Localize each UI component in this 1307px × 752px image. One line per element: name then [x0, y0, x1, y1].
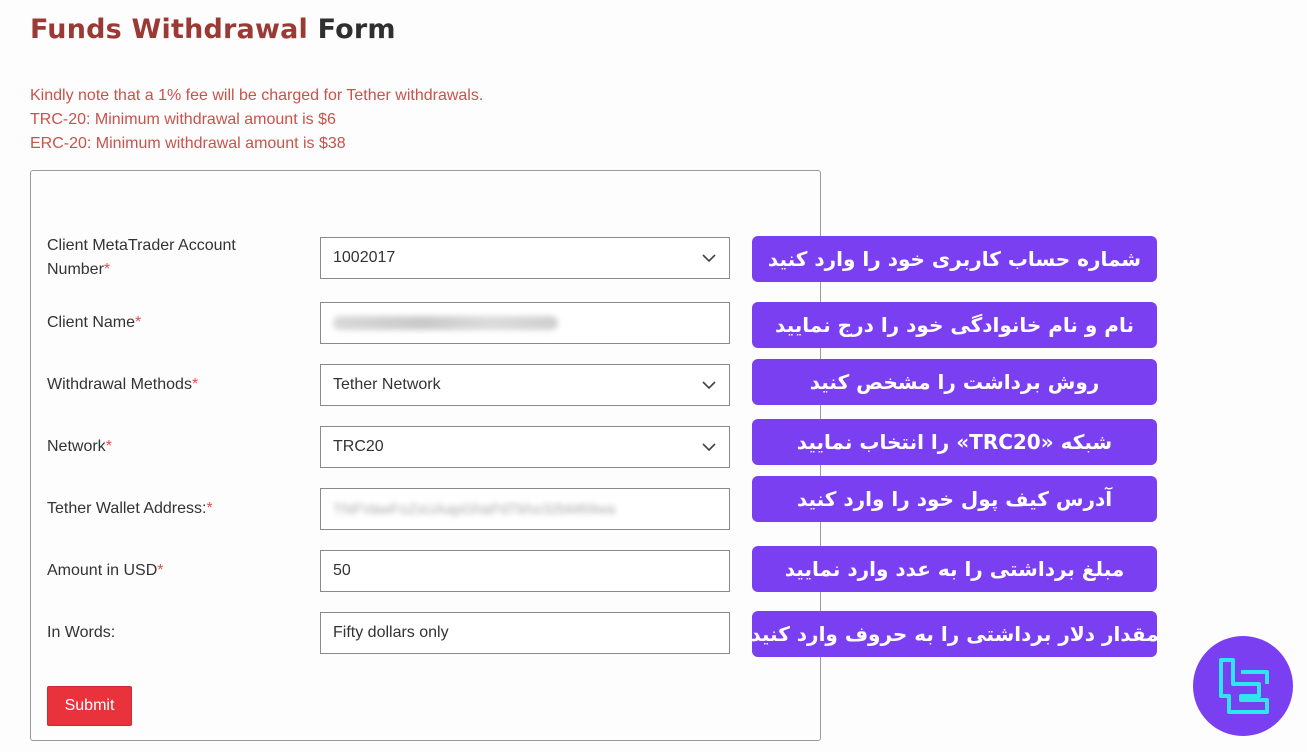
trc20-minimum-note: TRC-20: Minimum withdrawal amount is $6	[30, 111, 336, 128]
required-mark: *	[206, 500, 213, 517]
chevron-down-icon	[701, 439, 717, 455]
client-name-input[interactable]	[320, 302, 730, 344]
withdrawal-methods-label-text: Withdrawal Methods	[47, 376, 192, 393]
wallet-address-label-text: Tether Wallet Address:	[47, 500, 207, 517]
withdrawal-methods-label: Withdrawal Methods*	[47, 373, 198, 397]
account-number-select[interactable]: 1002017	[320, 237, 730, 279]
required-mark: *	[103, 261, 111, 278]
amount-usd-value: 50	[333, 562, 351, 579]
account-number-value: 1002017	[333, 249, 396, 266]
page-title: Funds Withdrawal Form	[30, 14, 396, 45]
page-title-rest: Form	[317, 14, 396, 45]
account-number-label: Client MetaTrader Account Number*	[47, 234, 236, 282]
chevron-down-icon	[701, 377, 717, 393]
required-mark: *	[191, 376, 199, 393]
in-words-input[interactable]: Fifty dollars only	[320, 612, 730, 654]
account-number-label-line1: Client MetaTrader Account	[47, 237, 236, 254]
brand-logo-glyph	[1219, 658, 1269, 714]
required-mark: *	[135, 314, 142, 331]
amount-usd-input[interactable]: 50	[320, 550, 730, 592]
client-name-redacted	[333, 316, 558, 330]
in-words-label: In Words:	[47, 624, 116, 641]
client-name-label-text: Client Name	[47, 314, 136, 331]
chevron-down-icon	[701, 250, 717, 266]
callout-client-name: نام و نام خانوادگی خود را درج نمایید	[752, 302, 1157, 348]
account-number-label-line2: Number	[47, 261, 104, 278]
callout-withdrawal-method: روش برداشت را مشخص کنید	[752, 359, 1157, 405]
required-mark: *	[105, 438, 112, 455]
wallet-address-input[interactable]: TNFVawFoZsUAapGhaPdTkho32bM69wa	[320, 488, 730, 530]
erc20-minimum-note: ERC-20: Minimum withdrawal amount is $38	[30, 135, 346, 152]
submit-button[interactable]: Submit	[47, 686, 132, 726]
amount-usd-label: Amount in USD*	[47, 559, 164, 583]
callout-network: شبکه «TRC20» را انتخاب نمایید	[752, 419, 1157, 465]
callout-wallet-address: آدرس کیف پول خود را وارد کنید	[752, 476, 1157, 522]
wallet-address-redacted: TNFVawFoZsUAapGhaPdTkho32bM69wa	[333, 500, 616, 518]
wallet-address-label: Tether Wallet Address:*	[47, 497, 213, 521]
callout-account-number: شماره حساب کاربری خود را وارد کنید	[752, 236, 1157, 282]
network-label-text: Network	[47, 438, 106, 455]
brand-logo-icon	[1193, 636, 1293, 736]
fee-note: Kindly note that a 1% fee will be charge…	[30, 87, 484, 104]
fee-notes: Kindly note that a 1% fee will be charge…	[30, 84, 483, 156]
network-value: TRC20	[333, 438, 384, 455]
client-name-label: Client Name*	[47, 311, 141, 335]
callout-in-words: مقدار دلار برداشتی را به حروف وارد کنید	[750, 611, 1159, 657]
required-mark: *	[157, 562, 164, 579]
network-label: Network*	[47, 435, 112, 459]
network-select[interactable]: TRC20	[320, 426, 730, 468]
page-title-accent: Funds Withdrawal	[30, 14, 308, 45]
callout-amount: مبلغ برداشتی را به عدد وارد نمایید	[752, 546, 1157, 592]
withdrawal-methods-value: Tether Network	[333, 376, 441, 393]
withdrawal-methods-select[interactable]: Tether Network	[320, 364, 730, 406]
amount-usd-label-text: Amount in USD	[47, 562, 158, 579]
in-words-value: Fifty dollars only	[333, 624, 449, 641]
